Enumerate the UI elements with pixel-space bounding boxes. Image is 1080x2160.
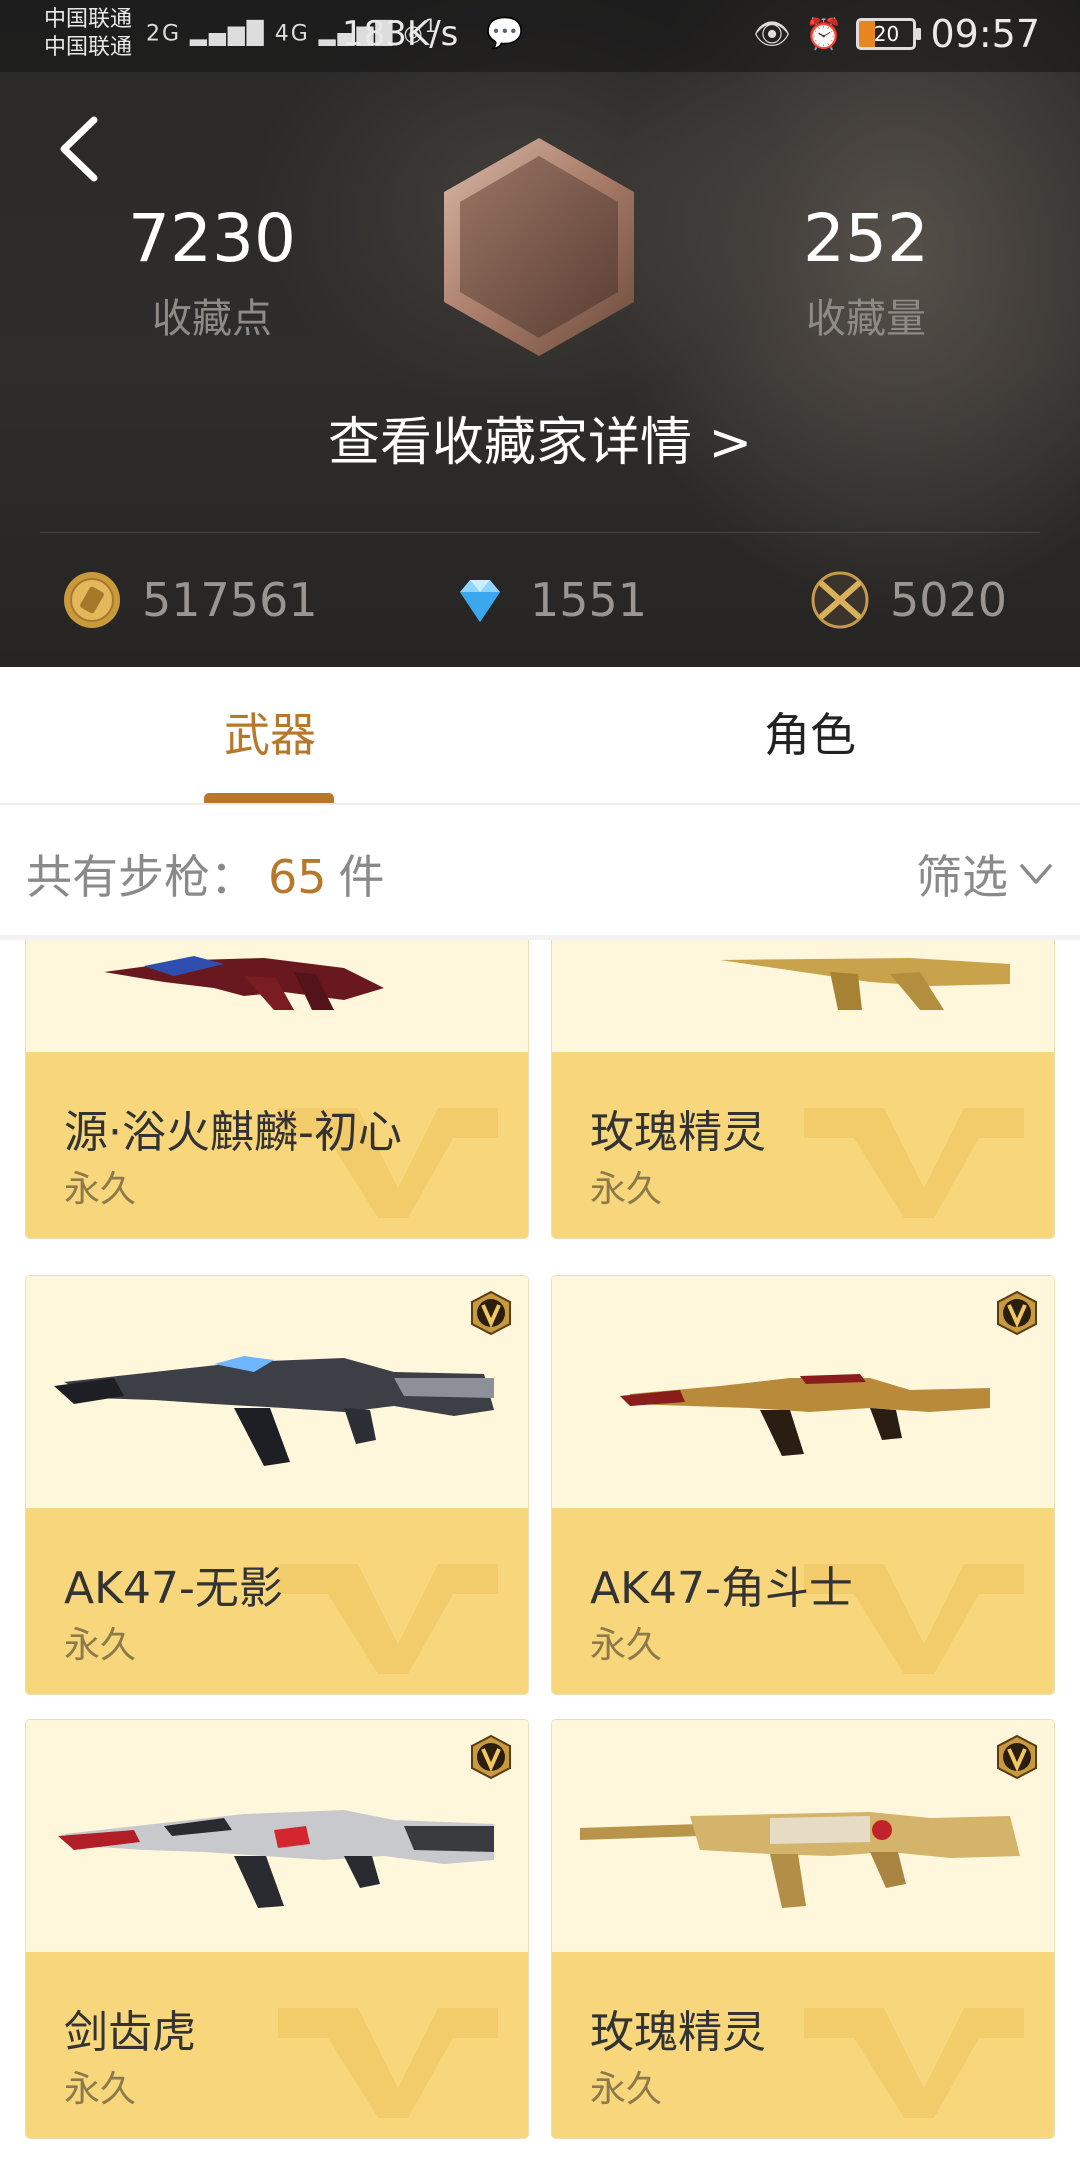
- status-right: 👁 ⏰ 20 09:57: [753, 12, 1040, 56]
- rifle-image-icon: [54, 1356, 494, 1466]
- carrier-2: 中国联通: [44, 35, 133, 60]
- guns-currency: 5020: [810, 570, 1007, 630]
- weapon-duration: 永久: [64, 2069, 137, 2110]
- weapon-image: [26, 1720, 528, 1952]
- weapon-duration: 永久: [64, 1625, 137, 1666]
- rifle-image-icon: [580, 1812, 1020, 1908]
- summary-bar: 共有步枪： 65 件 筛选: [0, 805, 1080, 935]
- weapon-name: 剑齿虎: [64, 2007, 196, 2058]
- gold-coin-icon: [64, 572, 120, 628]
- weapon-info: AK47-无影 永久: [26, 1508, 528, 1694]
- weapon-card[interactable]: AK47-角斗士 永久: [552, 1276, 1054, 1694]
- network-type-1: 2G: [146, 21, 182, 47]
- item-count-summary: 共有步枪： 65 件: [26, 841, 385, 907]
- summary-prefix: 共有步枪：: [26, 850, 256, 904]
- network-type-2: 4G: [274, 21, 310, 47]
- collect-count-value: 252: [803, 200, 929, 277]
- collect-points-label: 收藏点: [152, 296, 272, 342]
- weapon-card[interactable]: AK47-无影 永久: [26, 1276, 528, 1694]
- gold-amount: 517561: [142, 573, 318, 627]
- weapon-info: 玫瑰精灵 永久: [552, 1052, 1054, 1238]
- weapon-card[interactable]: 剑齿虎 永久: [26, 1720, 528, 2138]
- chevron-left-icon: [60, 116, 98, 182]
- collect-points-stat: 7230 收藏点: [82, 200, 342, 344]
- crossed-guns-icon: [811, 571, 869, 629]
- diamond-currency: 1551: [450, 570, 647, 630]
- cf-logo-icon: [278, 2008, 498, 2118]
- header-divider: [40, 532, 1040, 533]
- collect-points-value: 7230: [128, 200, 296, 277]
- weapon-image: [552, 940, 1054, 1052]
- chevron-down-icon: [1020, 864, 1052, 884]
- rifle-image-icon: [620, 1374, 990, 1456]
- rifle-image-icon: [720, 958, 1010, 1010]
- battery-level: 20: [873, 22, 900, 46]
- weapon-name: 玫瑰精灵: [590, 2007, 766, 2058]
- weapon-image: [26, 1276, 528, 1508]
- network-speed: 183K/s: [342, 14, 459, 54]
- diamond-icon: [460, 580, 500, 622]
- weapon-card[interactable]: 玫瑰精灵 永久: [552, 1720, 1054, 2138]
- weapon-name: 玫瑰精灵: [590, 1107, 766, 1158]
- collector-details-link[interactable]: 查看收藏家详情 >: [0, 400, 1080, 475]
- guns-amount: 5020: [890, 573, 1008, 627]
- cf-logo-icon: [804, 1108, 1024, 1218]
- weapon-duration: 永久: [590, 2069, 663, 2110]
- weapon-name: AK47-角斗士: [590, 1563, 853, 1614]
- battery-icon: 20: [856, 18, 922, 50]
- collect-count-label: 收藏量: [806, 296, 926, 342]
- weapon-image: [552, 1276, 1054, 1508]
- summary-count: 65: [268, 850, 327, 904]
- weapon-duration: 永久: [590, 1625, 663, 1666]
- summary-suffix: 件: [338, 850, 385, 904]
- carrier-1: 中国联通: [44, 7, 133, 32]
- weapon-grid: 源·浴火麒麟-初心 永久 玫瑰精灵 永久 AK47-无影 永久 AK47-角斗士…: [0, 940, 1080, 2160]
- cf-logo-icon: [278, 1564, 498, 1674]
- weapon-image: [26, 940, 528, 1052]
- back-button[interactable]: [50, 112, 110, 186]
- weapon-info: 剑齿虎 永久: [26, 1952, 528, 2138]
- wechat-icon: 💬: [486, 16, 524, 51]
- weapon-image: [552, 1720, 1054, 1952]
- collect-count-stat: 252 收藏量: [736, 200, 996, 344]
- weapon-card[interactable]: 玫瑰精灵 永久: [552, 940, 1054, 1238]
- filter-button[interactable]: 筛选: [916, 841, 1054, 907]
- weapon-card[interactable]: 源·浴火麒麟-初心 永久: [26, 940, 528, 1238]
- weapon-name: AK47-无影: [64, 1563, 283, 1614]
- rifle-image-icon: [58, 1810, 494, 1908]
- category-tabs: 武器 角色: [0, 667, 1080, 805]
- eye-icon: 👁: [753, 16, 792, 52]
- active-tab-indicator: [204, 793, 334, 803]
- alarm-icon: ⏰: [805, 16, 843, 52]
- weapon-info: 玫瑰精灵 永久: [552, 1952, 1054, 2138]
- weapon-info: AK47-角斗士 永久: [552, 1508, 1054, 1694]
- rifle-image-icon: [104, 956, 384, 1010]
- carrier-info: 中国联通 中国联通: [44, 6, 132, 62]
- status-bar: 中国联通 中国联通 2G ▂▄▆█ 4G ▂▄▆█ ◎1 183K/s 💬 👁 …: [0, 0, 1080, 72]
- weapon-duration: 永久: [64, 1169, 137, 1210]
- collector-rank-badge: [444, 138, 634, 356]
- tab-weapons[interactable]: 武器: [120, 667, 420, 803]
- clock: 09:57: [930, 12, 1040, 56]
- gold-currency: 517561: [62, 570, 318, 630]
- filter-label: 筛选: [916, 850, 1008, 904]
- weapon-name: 源·浴火麒麟-初心: [64, 1107, 402, 1158]
- tab-roles[interactable]: 角色: [660, 667, 960, 803]
- weapon-duration: 永久: [590, 1169, 663, 1210]
- weapon-info: 源·浴火麒麟-初心 永久: [26, 1052, 528, 1238]
- collector-header: 中国联通 中国联通 2G ▂▄▆█ 4G ▂▄▆█ ◎1 183K/s 💬 👁 …: [0, 0, 1080, 667]
- cf-logo-icon: [804, 2008, 1024, 2118]
- diamond-amount: 1551: [530, 573, 648, 627]
